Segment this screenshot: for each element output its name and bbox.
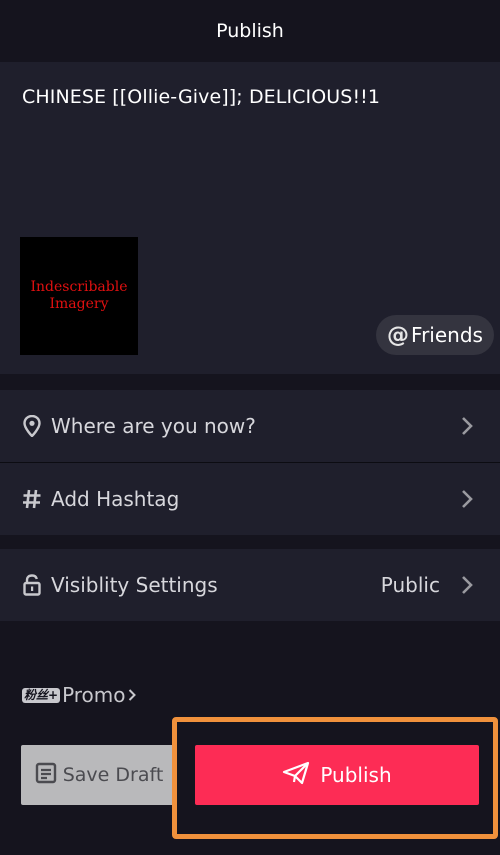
promo-link[interactable]: 粉丝+ Promo: [22, 682, 136, 708]
at-icon: @: [387, 322, 410, 348]
page-title: Publish: [216, 20, 284, 42]
location-pin-icon: [21, 415, 43, 437]
hashtag-row[interactable]: Add Hashtag: [0, 463, 500, 535]
visibility-label: Visiblity Settings: [51, 573, 218, 597]
visibility-value: Public: [380, 573, 440, 597]
hashtag-icon: [21, 489, 43, 509]
video-thumbnail[interactable]: Indescribable Imagery: [20, 237, 138, 355]
location-label: Where are you now?: [51, 414, 256, 438]
mention-friends-label: Friends: [411, 323, 483, 347]
location-row[interactable]: Where are you now?: [0, 390, 500, 462]
chevron-right-icon: [460, 416, 474, 436]
mention-friends-button[interactable]: @ Friends: [376, 315, 494, 355]
promo-label: Promo: [62, 683, 126, 707]
caption-panel: CHINESE [[Ollie-Give]]; DELICIOUS!!1 Ind…: [0, 62, 500, 374]
lock-icon: [21, 574, 43, 596]
visibility-row[interactable]: Visiblity Settings Public: [0, 549, 500, 621]
send-icon: [282, 761, 310, 790]
chevron-right-icon: [128, 683, 136, 707]
thumbnail-line-1: Indescribable: [30, 279, 128, 295]
thumbnail-line-2: Imagery: [49, 296, 109, 312]
chevron-right-icon: [460, 489, 474, 509]
chevron-right-icon: [460, 575, 474, 595]
caption-input[interactable]: CHINESE [[Ollie-Give]]; DELICIOUS!!1: [22, 86, 380, 108]
hashtag-label: Add Hashtag: [51, 487, 180, 511]
top-bar: Publish: [0, 0, 500, 62]
draft-icon: [35, 762, 57, 789]
publish-label: Publish: [320, 763, 392, 787]
save-draft-label: Save Draft: [62, 764, 164, 786]
promo-badge: 粉丝+: [22, 687, 61, 703]
save-draft-button[interactable]: Save Draft: [21, 745, 177, 805]
publish-button[interactable]: Publish: [195, 745, 479, 805]
